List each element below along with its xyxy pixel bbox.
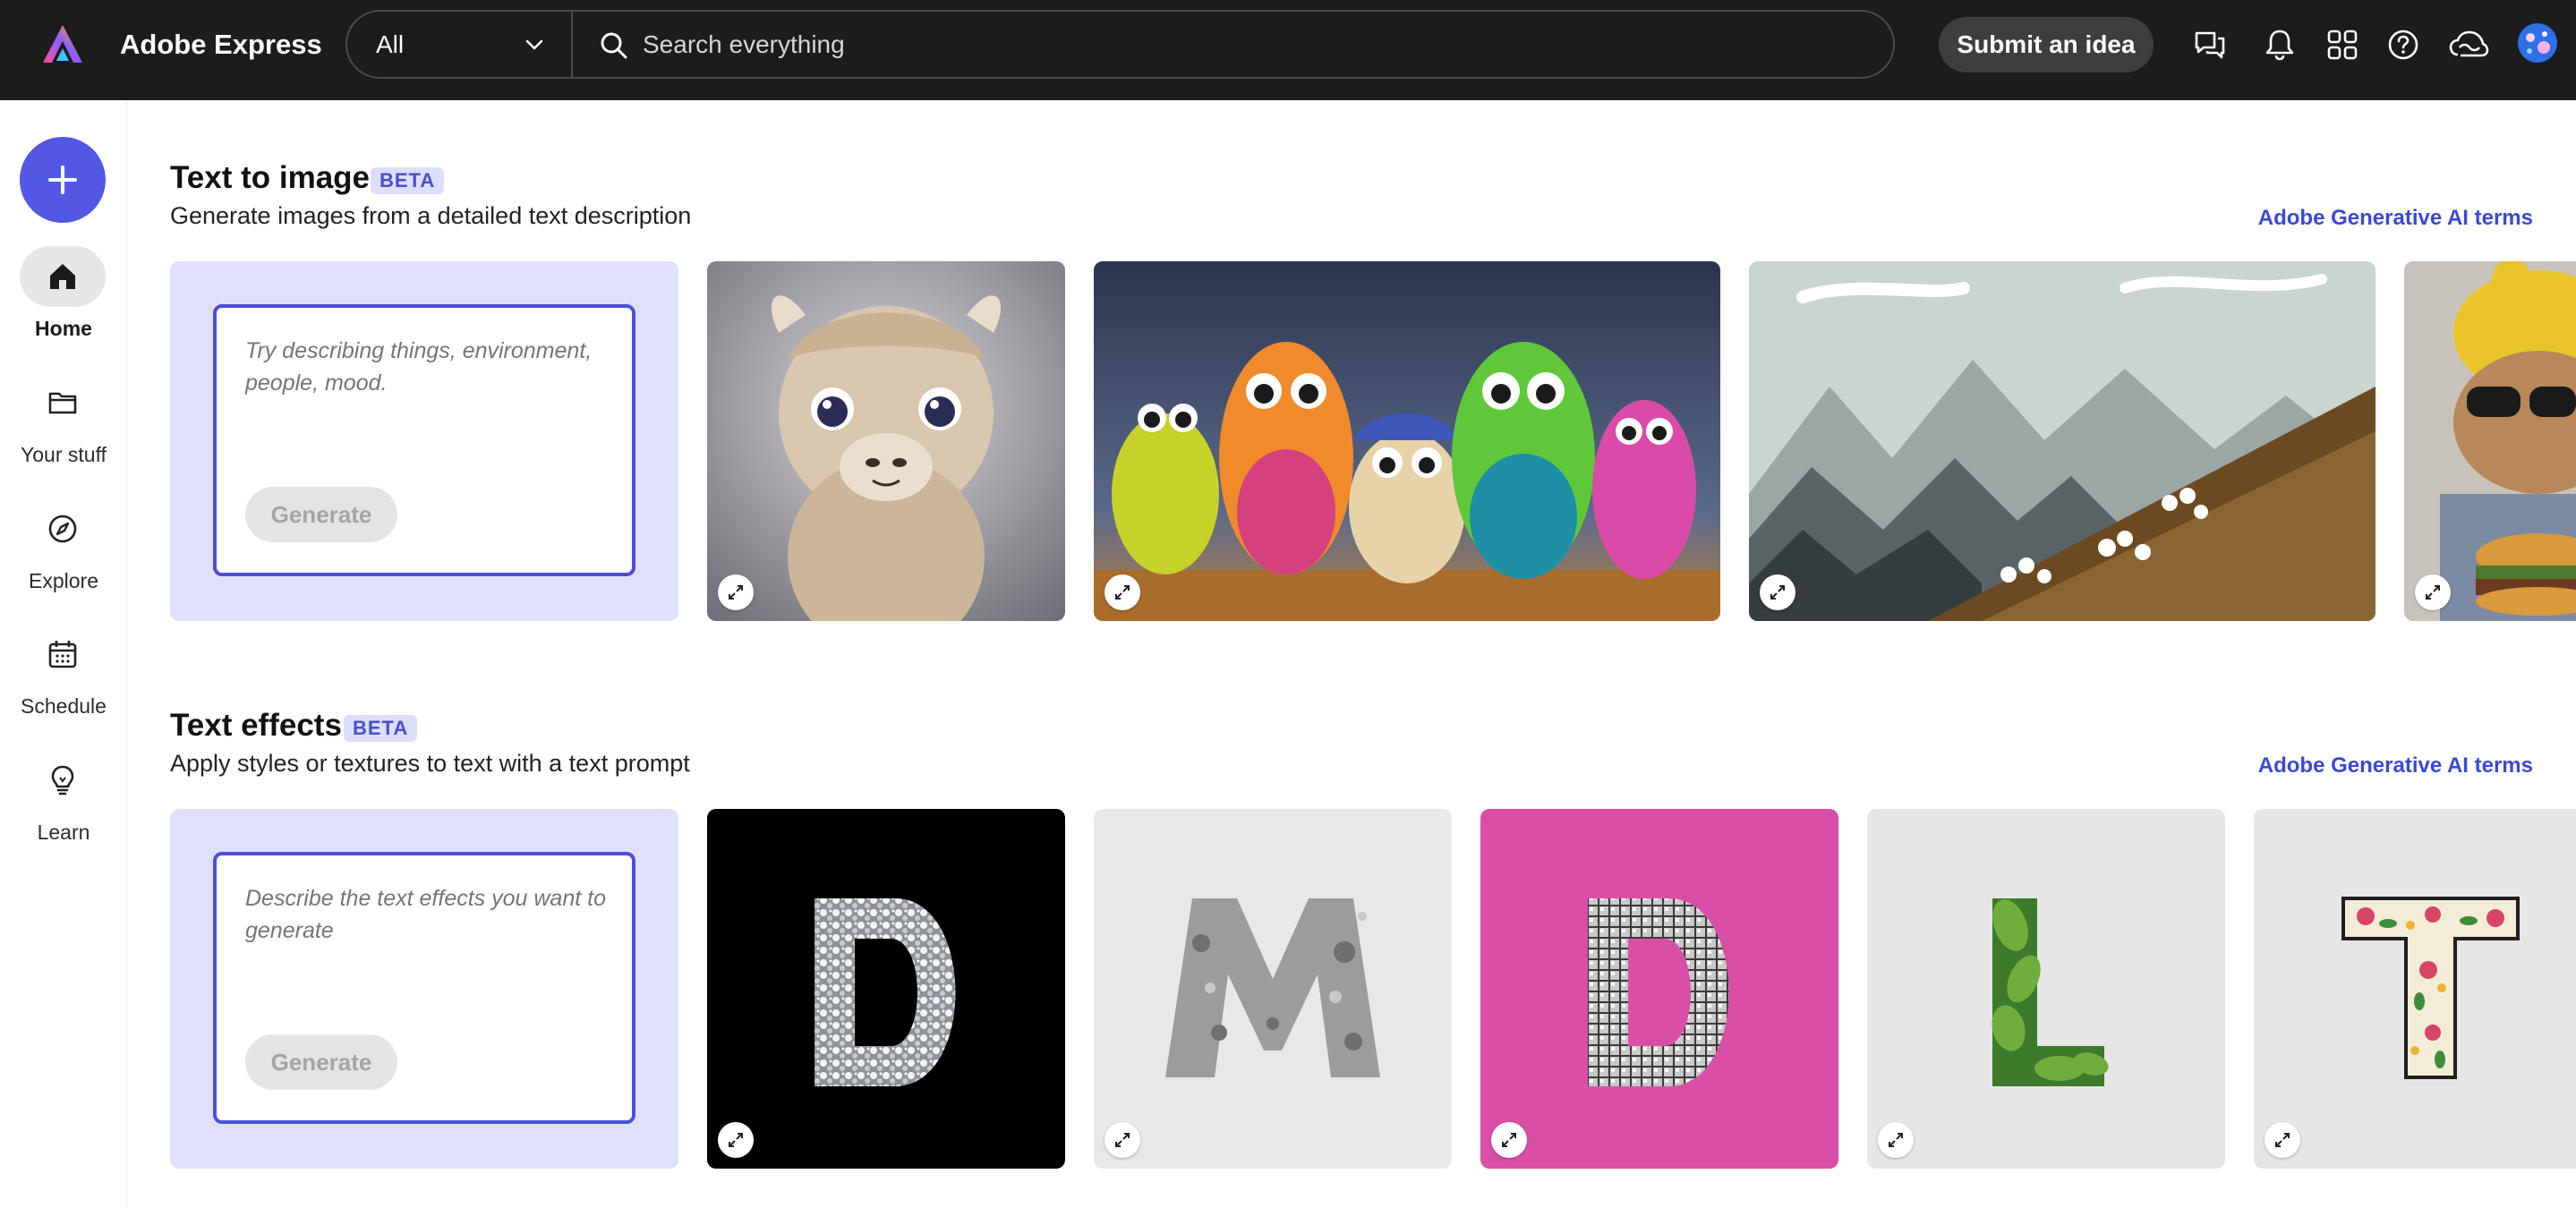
example-image-owls[interactable] <box>1094 261 1720 621</box>
expand-icon[interactable] <box>2265 1122 2300 1158</box>
home-icon <box>50 264 75 289</box>
search-icon <box>601 32 627 59</box>
diamond-letter-d-image <box>815 898 956 1086</box>
leaves-letter-l-image <box>1992 898 2109 1086</box>
nav-item-explore[interactable]: Explore <box>0 498 127 597</box>
nav-item-learn-label: Learn <box>37 821 90 844</box>
generative-ai-terms-link[interactable]: Adobe Generative AI terms <box>2258 753 2533 779</box>
generate-button[interactable]: Generate <box>245 487 397 542</box>
left-nav-rail: Home Your stuff Explore Schedule Learn <box>0 100 127 1208</box>
create-button[interactable] <box>20 137 106 223</box>
example-image-llama[interactable] <box>707 261 1065 621</box>
expand-icon[interactable] <box>1760 574 1796 610</box>
generative-ai-terms-link[interactable]: Adobe Generative AI terms <box>2258 205 2533 232</box>
beta-badge: BETA <box>344 715 418 742</box>
plus-icon <box>48 166 77 194</box>
nav-item-your-stuff[interactable]: Your stuff <box>0 372 127 471</box>
text-effects-prompt-card: Generate <box>170 809 678 1169</box>
example-effect-diamond-d[interactable] <box>707 809 1065 1169</box>
example-effect-leaf-l[interactable] <box>1867 809 2225 1169</box>
owls-image <box>1094 261 1720 621</box>
section-title-text-to-image: Text to image <box>170 160 371 195</box>
example-image-mountains[interactable] <box>1749 261 2376 621</box>
user-avatar[interactable] <box>2517 22 2558 64</box>
nav-item-explore-label: Explore <box>29 569 98 592</box>
nav-item-schedule[interactable]: Schedule <box>0 624 127 722</box>
text-effects-prompt-box[interactable]: Generate <box>213 852 635 1124</box>
submit-idea-button[interactable]: Submit an idea <box>1939 17 2154 72</box>
chat-icon[interactable] <box>2191 26 2229 64</box>
expand-icon[interactable] <box>1105 1122 1140 1158</box>
chevron-down-icon <box>525 39 543 50</box>
llama-image <box>707 261 1065 621</box>
expand-icon[interactable] <box>718 1122 754 1158</box>
expand-icon[interactable] <box>2415 574 2451 610</box>
example-effect-moon-m[interactable] <box>1094 809 1452 1169</box>
section-title-text-effects: Text effects <box>170 708 342 743</box>
expand-icon[interactable] <box>718 574 754 610</box>
section-subtitle-text-to-image: Generate images from a detailed text des… <box>170 202 692 229</box>
nav-item-schedule-label: Schedule <box>21 694 107 718</box>
expand-icon[interactable] <box>1105 574 1140 610</box>
creative-cloud-icon[interactable] <box>2447 26 2490 64</box>
apps-grid-icon[interactable] <box>2324 26 2361 64</box>
compass-icon <box>48 515 77 543</box>
calendar-icon <box>48 641 77 668</box>
adobe-express-logo[interactable] <box>39 21 86 68</box>
disco-ball-letter-d-image <box>1588 898 1729 1086</box>
expand-icon[interactable] <box>1878 1122 1914 1158</box>
folder-icon <box>48 392 77 414</box>
nav-item-home[interactable]: Home <box>0 246 127 345</box>
nav-item-home-label: Home <box>35 317 92 340</box>
expand-icon[interactable] <box>1491 1122 1527 1158</box>
top-bar: Adobe Express All Submit an idea <box>0 0 2576 100</box>
search-scope-dropdown[interactable]: All <box>347 12 573 77</box>
bell-icon[interactable] <box>2261 26 2299 64</box>
cat-burger-image <box>2404 261 2576 621</box>
search-input[interactable] <box>643 22 1806 67</box>
section-subtitle-text-effects: Apply styles or textures to text with a … <box>170 750 690 777</box>
nav-item-learn[interactable]: Learn <box>0 750 127 848</box>
beta-badge: BETA <box>371 167 445 194</box>
nav-item-your-stuff-label: Your stuff <box>21 443 107 466</box>
text-to-image-prompt-box[interactable]: Generate <box>213 304 635 576</box>
app-title: Adobe Express <box>120 29 322 60</box>
help-icon[interactable] <box>2384 26 2422 64</box>
embroidery-letter-t-image <box>2341 897 2520 1079</box>
example-effect-disco-d[interactable] <box>1480 809 1838 1169</box>
search-bar: All <box>345 10 1895 79</box>
search-scope-value: All <box>376 30 405 58</box>
moon-rock-letter-m-image <box>1165 898 1380 1077</box>
nav-item-home-highlight <box>20 246 106 307</box>
generate-button[interactable]: Generate <box>245 1034 397 1090</box>
text-to-image-prompt-card: Generate <box>170 261 678 621</box>
lightbulb-icon <box>51 765 74 795</box>
text-effects-prompt-input[interactable] <box>245 882 612 990</box>
mountains-image <box>1749 261 2376 621</box>
example-image-cat[interactable] <box>2404 261 2576 621</box>
example-effect-embroidery-t[interactable] <box>2254 809 2576 1169</box>
text-to-image-prompt-input[interactable] <box>245 335 612 442</box>
